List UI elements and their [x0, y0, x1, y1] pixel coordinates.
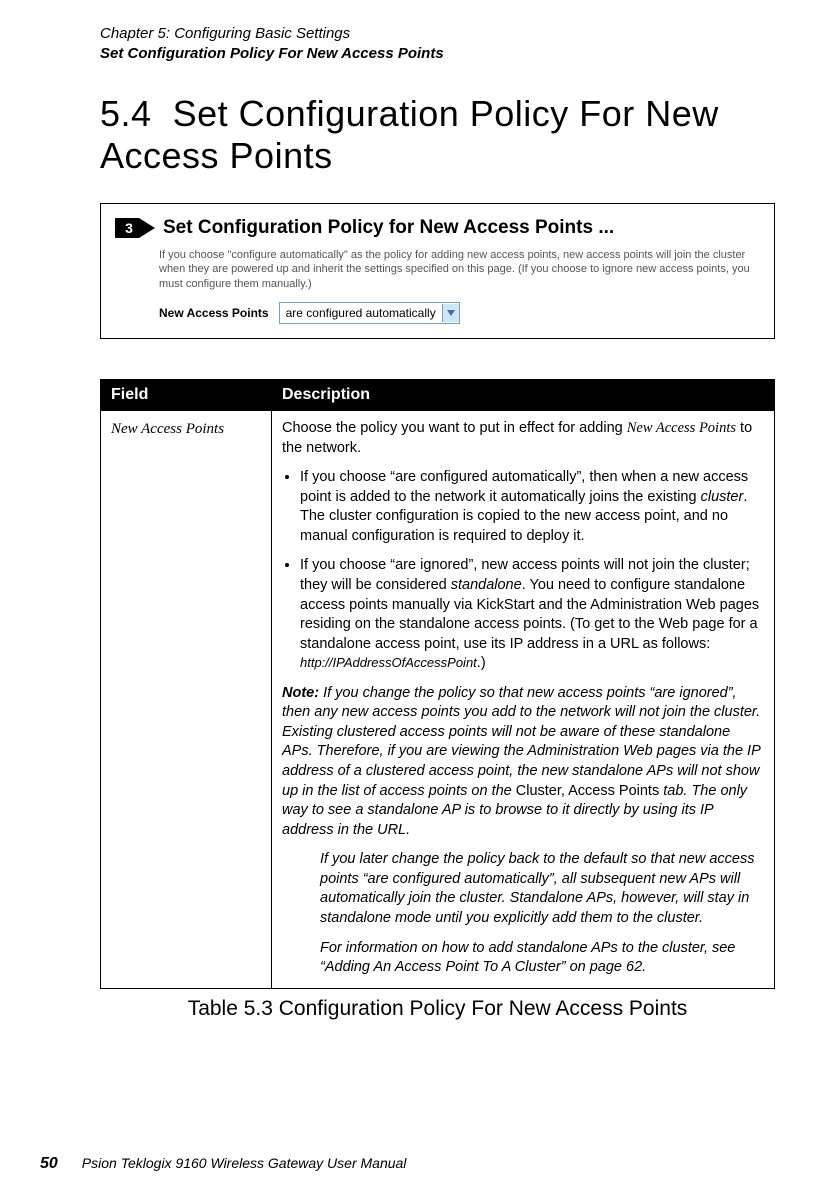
- note-block: Note: If you change the policy so that n…: [282, 684, 764, 978]
- page-number: 50: [40, 1155, 58, 1173]
- running-header-chapter: Chapter 5: Configuring Basic Settings: [100, 24, 775, 44]
- step-number: 3: [125, 220, 133, 236]
- screenshot-title: Set Configuration Policy for New Access …: [163, 217, 614, 239]
- chevron-down-icon[interactable]: [442, 304, 459, 322]
- page-footer: 50 Psion Teklogix 9160 Wireless Gateway …: [40, 1155, 775, 1173]
- screenshot-panel: 3 Set Configuration Policy for New Acces…: [100, 203, 775, 340]
- running-header-section: Set Configuration Policy For New Access …: [100, 44, 775, 64]
- footer-manual-title: Psion Teklogix 9160 Wireless Gateway Use…: [82, 1155, 407, 1171]
- desc-intro: Choose the policy you want to put in eff…: [282, 419, 764, 458]
- screenshot-field-label: New Access Points: [159, 306, 269, 320]
- screenshot-field-row: New Access Points are configured automat…: [159, 302, 760, 324]
- table-caption: Table 5.3 Configuration Policy For New A…: [100, 997, 775, 1021]
- screenshot-title-row: 3 Set Configuration Policy for New Acces…: [115, 216, 760, 240]
- running-header: Chapter 5: Configuring Basic Settings Se…: [100, 24, 775, 65]
- th-field: Field: [101, 380, 272, 411]
- select-value: are configured automatically: [280, 306, 442, 320]
- table-row: New Access Points Choose the policy you …: [101, 411, 775, 989]
- step-marker-icon: 3: [115, 216, 155, 240]
- td-field-name: New Access Points: [101, 411, 272, 989]
- section-number: 5.4: [100, 93, 152, 134]
- td-description: Choose the policy you want to put in eff…: [272, 411, 775, 989]
- note-p3: For information on how to add standalone…: [320, 940, 735, 976]
- section-heading: 5.4 Set Configuration Policy For New Acc…: [100, 93, 775, 177]
- note-label: Note:: [282, 685, 319, 701]
- list-item: If you choose “are configured automatica…: [300, 468, 764, 546]
- page: Chapter 5: Configuring Basic Settings Se…: [0, 0, 835, 1197]
- screenshot-description: If you choose "configure automatically" …: [159, 248, 760, 293]
- section-title: Set Configuration Policy For New Access …: [100, 93, 719, 176]
- table-header-row: Field Description: [101, 380, 775, 411]
- note-p2: If you later change the policy back to t…: [320, 851, 754, 926]
- field-description-table: Field Description New Access Points Choo…: [100, 379, 775, 989]
- desc-bullets: If you choose “are configured automatica…: [282, 468, 764, 674]
- th-description: Description: [272, 380, 775, 411]
- new-access-points-select[interactable]: are configured automatically: [279, 302, 460, 324]
- list-item: If you choose “are ignored”, new access …: [300, 556, 764, 673]
